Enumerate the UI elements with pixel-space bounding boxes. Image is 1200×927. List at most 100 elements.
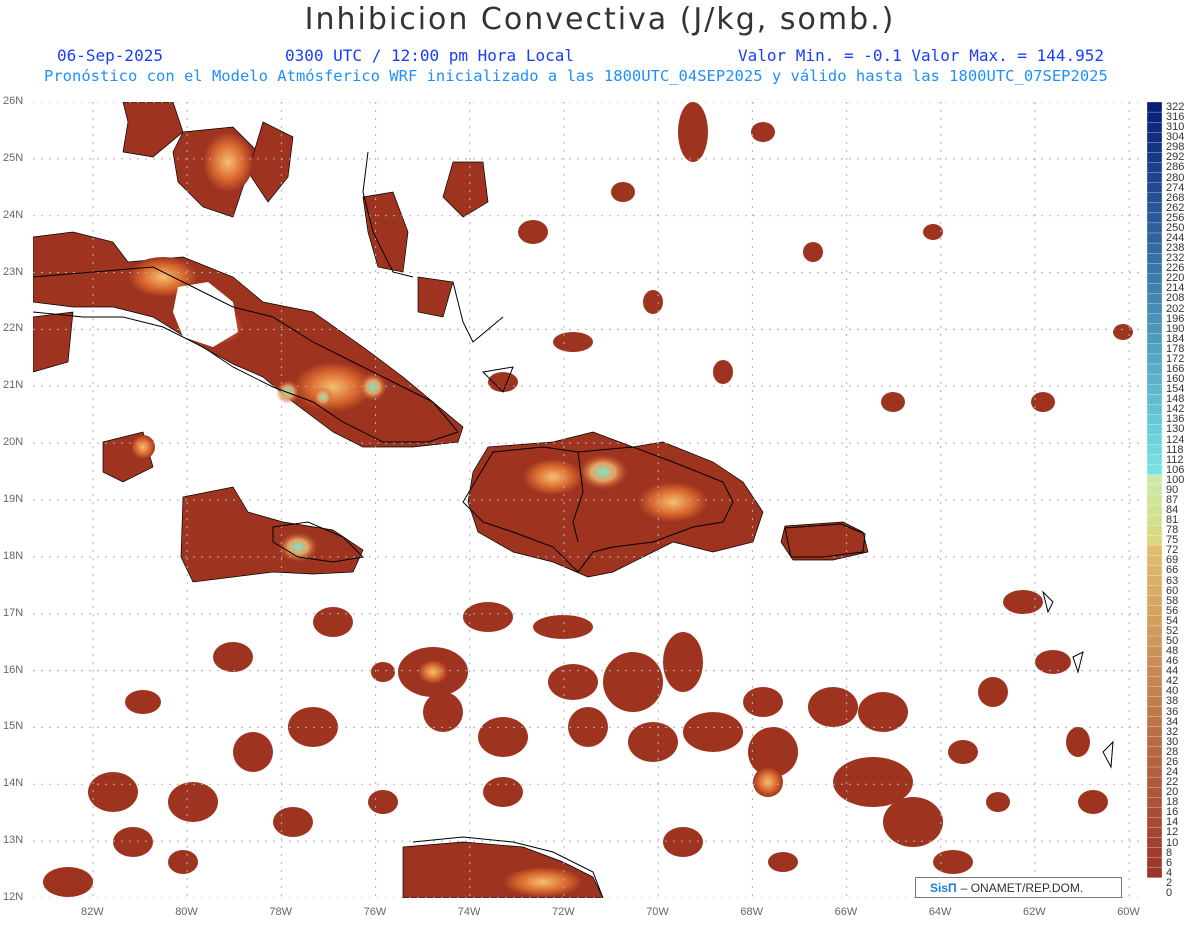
colorbar-swatch [1147,333,1162,345]
cin-map [33,102,1139,898]
colorbar-swatch [1147,383,1162,395]
colorbar-label: 130 [1166,423,1185,436]
colorbar-swatch [1147,343,1162,355]
colorbar-swatch [1147,273,1162,285]
model-info: Pronóstico con el Modelo Atmósferico WRF… [44,67,1108,85]
colorbar-swatch [1147,827,1162,839]
colorbar-swatch [1147,766,1162,778]
colorbar-swatch [1147,474,1162,486]
colorbar-swatch [1147,817,1162,829]
colorbar-swatch [1147,605,1162,617]
colorbar-swatch [1147,686,1162,698]
colorbar-swatch [1147,797,1162,808]
colorbar-swatch [1147,857,1162,869]
colorbar-label: 0 [1166,886,1173,899]
colorbar-swatch [1147,837,1162,849]
colorbar-swatch [1147,585,1162,597]
lat-label: 25N [3,151,24,164]
colorbar-swatch [1147,514,1162,526]
colorbar-swatch [1147,212,1162,224]
colorbar-swatch [1147,666,1162,677]
colorbar-swatch [1147,776,1162,788]
colorbar-swatch [1147,373,1162,385]
colorbar-swatch [1147,424,1162,436]
colorbar-swatch [1147,283,1162,295]
colorbar-swatch [1147,716,1162,728]
colorbar-swatch [1147,575,1162,587]
lat-label: 24N [3,208,24,221]
colorbar-swatch [1147,434,1162,446]
lat-label: 14N [3,777,24,790]
colorbar-swatch [1147,454,1162,466]
lat-label: 18N [3,549,24,562]
colorbar-swatch [1147,444,1162,456]
lat-label: 13N [3,834,24,847]
lat-label: 17N [3,606,24,619]
colorbar-swatch [1147,142,1162,154]
lat-label: 20N [3,436,24,449]
lat-label: 21N [3,379,24,392]
colorbar-swatch [1147,555,1162,567]
lat-label: 15N [3,720,24,733]
colorbar-swatch [1147,787,1162,798]
min-max-values: Valor Min. = -0.1 Valor Max. = 144.952 [738,46,1105,65]
lon-label: 64W [928,906,952,918]
colorbar-swatch [1147,736,1162,748]
lat-label: 16N [3,663,24,676]
colorbar-swatch [1147,756,1162,768]
colorbar-swatch [1147,535,1162,546]
lon-label: 72W [552,906,575,918]
lon-label: 82W [81,906,104,918]
colorbar-swatch [1147,102,1162,113]
colorbar-swatch [1147,182,1162,194]
colorbar-swatch [1147,394,1162,405]
colorbar-swatch [1147,353,1162,365]
lon-label: 68W [740,906,764,918]
forecast-date: 06-Sep-2025 [57,46,163,65]
colorbar-swatch [1147,545,1162,557]
colorbar-swatch [1147,252,1162,264]
colorbar-swatch [1147,404,1162,416]
lon-label: 78W [269,906,293,918]
colorbar-swatch [1147,122,1162,133]
colorbar-label: 12 [1166,826,1179,839]
colorbar-swatch [1147,656,1162,667]
colorbar-swatch [1147,152,1162,164]
colorbar-label: 66 [1166,564,1179,577]
colorbar-swatch [1147,867,1162,879]
colorbar-label: 286 [1166,161,1185,174]
colorbar-swatch [1147,877,1162,889]
colorbar-swatch [1147,525,1162,536]
colorbar-swatch [1147,887,1162,898]
colorbar-swatch [1147,746,1162,758]
colorbar-swatch [1147,484,1162,496]
colorbar-swatch [1147,494,1162,506]
colorbar-swatch [1147,303,1162,315]
lon-label: 60W [1117,906,1140,918]
colorbar-swatch [1147,222,1162,234]
colorbar-swatch [1147,565,1162,577]
colorbar-swatch [1147,807,1162,819]
colorbar-swatch [1147,293,1162,305]
colorbar-swatch [1147,162,1162,174]
colorbar-swatch [1147,635,1162,647]
lat-label: 26N [3,95,24,107]
colorbar-swatch [1147,645,1162,657]
colorbar-swatch [1147,625,1162,637]
credit-text: – ONAMET/REP.DOM. [960,880,1084,895]
colorbar-swatch [1147,414,1162,426]
lon-label: 76W [363,906,387,918]
lon-label: 80W [175,906,198,918]
lon-label: 66W [834,906,858,918]
colorbar-swatch [1147,464,1162,476]
forecast-time: 0300 UTC / 12:00 pm Hora Local [285,46,574,65]
colorbar-swatch [1147,706,1162,718]
colorbar-swatch [1147,111,1162,123]
colorbar-swatch [1147,313,1162,325]
colorbar-swatch [1147,726,1162,738]
lat-label: 19N [3,493,24,505]
credit-box: SisΠ – ONAMET/REP.DOM. [915,877,1122,898]
colorbar-label: 208 [1166,292,1185,305]
colorbar-label: 124 [1166,433,1185,446]
colorbar-swatch [1147,132,1162,143]
